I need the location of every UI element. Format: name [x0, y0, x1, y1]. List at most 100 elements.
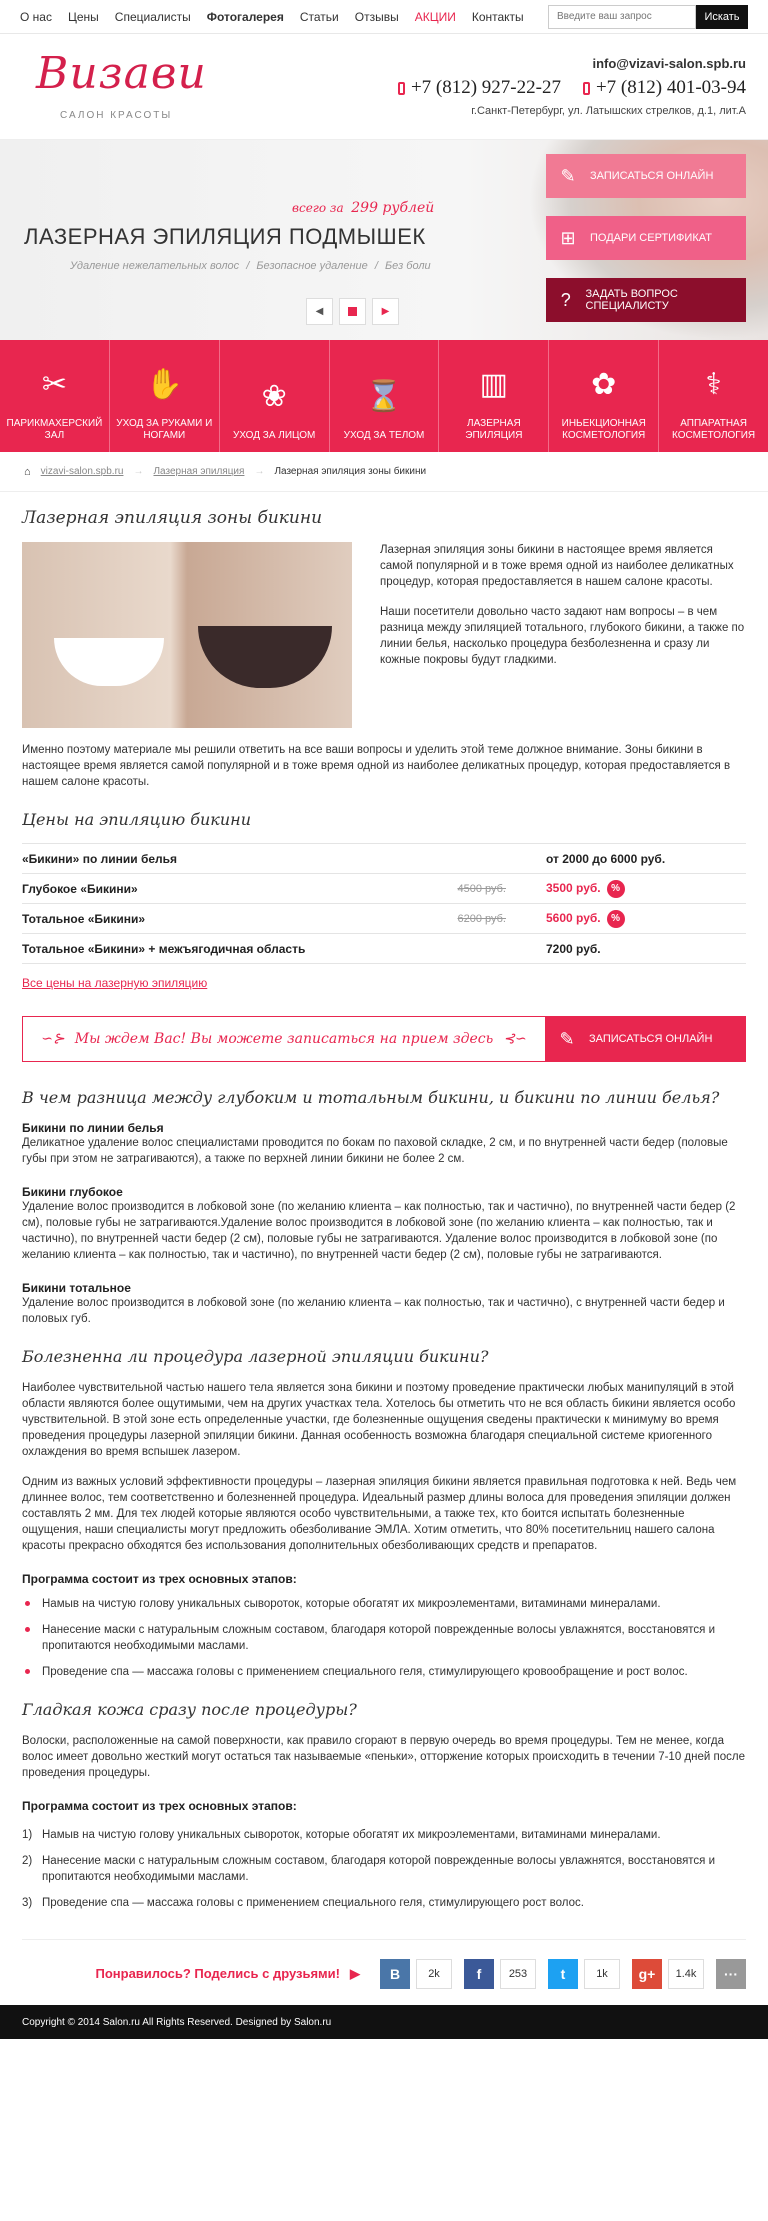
- more-share-icon[interactable]: ···: [716, 1958, 746, 1989]
- top-menu: О нас Цены Специалисты Фотогалерея Стать…: [20, 10, 548, 24]
- banner-title: ЛАЗЕРНАЯ ЭПИЛЯЦИЯ ПОДМЫШЕК: [24, 224, 426, 249]
- category-apparatus-cosmetology[interactable]: ⚕ АППАРАТНАЯ КОСМЕТОЛОГИЯ: [659, 340, 768, 452]
- list-item: 3) Проведение спа — массажа головы с прим…: [22, 1895, 746, 1911]
- gift-certificate-button[interactable]: ⊞ ПОДАРИ СЕРТИФИКАТ: [546, 216, 746, 260]
- intro-paragraph: Наши посетители довольно часто задают на…: [380, 606, 745, 666]
- slider-next-button[interactable]: ▶: [372, 298, 399, 325]
- corset-icon: ⌛: [365, 380, 403, 413]
- menu-item-articles[interactable]: Статьи: [300, 10, 339, 24]
- price-old: 6200 руб.: [421, 903, 546, 934]
- email[interactable]: info@vizavi-salon.spb.ru: [398, 56, 746, 71]
- category-label: УХОД ЗА РУКАМИ И НОГАМИ: [116, 418, 213, 441]
- table-row: Тотальное «Бикини» + межъягодичная облас…: [22, 933, 746, 964]
- facebook-share-icon[interactable]: f: [464, 1958, 494, 1989]
- list-item: 1) Намыв на чистую голову уникальных сыво…: [22, 1827, 746, 1843]
- category-hairdressing[interactable]: ✂ ПАРИКМАХЕРСКИЙ ЗАЛ: [0, 340, 110, 452]
- banner-price-prefix: всего за: [292, 201, 344, 215]
- list-text: Нанесение маски с натуральным сложным со…: [42, 1855, 716, 1883]
- search-button[interactable]: Искать: [696, 4, 748, 29]
- menu-item-promotions[interactable]: АКЦИИ: [415, 10, 456, 24]
- phone-icon: [582, 81, 590, 95]
- page-title: Лазерная эпиляция зоны бикини: [22, 508, 323, 528]
- main-content: Лазерная эпиляция зоны бикини Лазерная э…: [0, 508, 768, 1995]
- category-injection-cosmetology[interactable]: ✿ ИНЬЕКЦИОННАЯ КОСМЕТОЛОГИЯ: [549, 340, 660, 452]
- category-label: УХОД ЗА ЛИЦОМ: [232, 430, 316, 441]
- book-online-button[interactable]: ✎ ЗАПИСАТЬСЯ ОНЛАЙН: [546, 154, 746, 198]
- breadcrumb: ⌂ vizavi-salon.spb.ru → Лазерная эпиляци…: [0, 452, 768, 492]
- menu-item-prices[interactable]: Цены: [68, 10, 99, 24]
- menu-item-about[interactable]: О нас: [20, 10, 52, 24]
- list-number: 3): [22, 1897, 33, 1909]
- laser-device-icon: ▥: [479, 368, 509, 401]
- bikini-types: Бикини по линии белья Деликатное удалени…: [22, 1121, 746, 1327]
- share-label: Понравилось? Поделись с друзьями! ▶: [96, 1966, 361, 1982]
- banner-feature: Удаление нежелательных волос: [70, 260, 240, 272]
- phone-2[interactable]: +7 (812) 401-03-94: [582, 77, 746, 99]
- phone-1-number: +7 (812) 927-22-27: [410, 77, 561, 98]
- slider-stop-button[interactable]: [339, 298, 366, 325]
- all-prices-link[interactable]: Все цены на лазерную эпиляцию: [22, 976, 746, 990]
- search-input[interactable]: [548, 4, 696, 29]
- vk-share-icon[interactable]: В: [380, 1958, 410, 1989]
- signup-online-button[interactable]: ✎ ЗАПИСАТЬСЯ ОНЛАЙН: [545, 1017, 745, 1061]
- menu-item-gallery[interactable]: Фотогалерея: [207, 10, 284, 24]
- list-item: Проведение спа — массажа головы с примен…: [22, 1664, 746, 1680]
- breadcrumb-section[interactable]: Лазерная эпиляция: [153, 466, 244, 477]
- share-text: Понравилось? Поделись с друзьями!: [95, 1965, 341, 1981]
- logo[interactable]: Визави САЛОН КРАСОТЫ: [24, 48, 206, 128]
- signup-bar: ∽⊱ Мы ждем Вас! Вы можете записаться на п…: [22, 1016, 746, 1062]
- google-plus-share-icon[interactable]: g+: [632, 1958, 662, 1989]
- category-navigation: ✂ ПАРИКМАХЕРСКИЙ ЗАЛ ✋ УХОД ЗА РУКАМИ И НО…: [0, 340, 768, 452]
- triangle-right-icon: ▶: [350, 1965, 360, 1981]
- category-face-care[interactable]: ❀ УХОД ЗА ЛИЦОМ: [220, 340, 330, 452]
- home-icon[interactable]: ⌂: [24, 466, 31, 478]
- prices-heading: Цены на эпиляцию бикини: [22, 810, 252, 829]
- phone-1[interactable]: +7 (812) 927-22-27: [397, 77, 561, 99]
- price-new-cell: 3500 руб.%: [546, 873, 746, 904]
- site-header: Визави САЛОН КРАСОТЫ info@vizavi-salon.s…: [0, 34, 768, 140]
- list-text: Намыв на чистую голову уникальных сыворо…: [42, 1829, 661, 1841]
- white-bikini: [54, 638, 164, 686]
- slider-controls: ◀ ▶: [306, 298, 399, 325]
- slider-prev-button[interactable]: ◀: [306, 298, 333, 325]
- subheading: Бикини глубокое: [22, 1185, 123, 1199]
- ornament-icon: ⊰∽: [503, 1031, 527, 1047]
- subheading: Бикини тотальное: [22, 1281, 131, 1295]
- apparatus-icon: ⚕: [705, 368, 722, 401]
- steps-heading: Программа состоит из трех основных этапо…: [22, 1572, 297, 1586]
- menu-item-specialists[interactable]: Специалисты: [115, 10, 191, 24]
- numbered-steps-list: 1) Намыв на чистую голову уникальных сыво…: [22, 1827, 746, 1911]
- price-name: Тотальное «Бикини» + межъягодичная облас…: [22, 933, 422, 964]
- list-item: Намыв на чистую голову уникальных сыворо…: [22, 1596, 746, 1612]
- twitter-share-icon[interactable]: t: [548, 1958, 578, 1989]
- ask-specialist-label: ЗАДАТЬ ВОПРОС СПЕЦИАЛИСТУ: [585, 288, 678, 312]
- subheading: Бикини по линии белья: [22, 1121, 164, 1135]
- category-laser-epilation[interactable]: ▥ ЛАЗЕРНАЯ ЭПИЛЯЦИЯ: [439, 340, 550, 452]
- price-old: [421, 933, 546, 964]
- menu-item-contacts[interactable]: Контакты: [472, 10, 524, 24]
- menu-item-reviews[interactable]: Отзывы: [355, 10, 399, 24]
- price-new: 7200 руб.: [546, 933, 746, 964]
- hand-icon: ✋: [145, 368, 183, 401]
- intro-text: Лазерная эпиляция зоны бикини в настояще…: [380, 542, 746, 728]
- book-online-label: ЗАПИСАТЬСЯ ОНЛАЙН: [590, 170, 714, 182]
- dark-bikini: [198, 626, 332, 688]
- intro-paragraph: Лазерная эпиляция зоны бикини в настояще…: [380, 544, 734, 588]
- price-name: «Бикини» по линии белья: [22, 843, 422, 874]
- top-navigation: О нас Цены Специалисты Фотогалерея Стать…: [0, 0, 768, 34]
- breadcrumb-home[interactable]: vizavi-salon.spb.ru: [41, 466, 124, 477]
- category-body-care[interactable]: ⌛ УХОД ЗА ТЕЛОМ: [330, 340, 440, 452]
- list-text: Проведение спа — массажа головы с примен…: [42, 1897, 584, 1909]
- ask-specialist-button[interactable]: ? ЗАДАТЬ ВОПРОС СПЕЦИАЛИСТУ: [546, 278, 746, 322]
- stop-icon: [348, 307, 357, 316]
- list-number: 1): [22, 1829, 33, 1841]
- section-heading: Болезненна ли процедура лазерной эпиляци…: [22, 1347, 489, 1366]
- arrow-right-icon: →: [133, 466, 144, 477]
- price-old: 4500 руб.: [421, 873, 546, 904]
- list-number: 2): [22, 1855, 33, 1867]
- facebook-count: 253: [500, 1958, 536, 1989]
- paragraph: Наиболее чувствительной частью нашего те…: [22, 1382, 736, 1458]
- category-hands-feet[interactable]: ✋ УХОД ЗА РУКАМИ И НОГАМИ: [110, 340, 220, 452]
- scissors-icon: ✂: [41, 368, 67, 401]
- table-row: «Бикини» по линии белья от 2000 до 6000 р…: [22, 843, 746, 874]
